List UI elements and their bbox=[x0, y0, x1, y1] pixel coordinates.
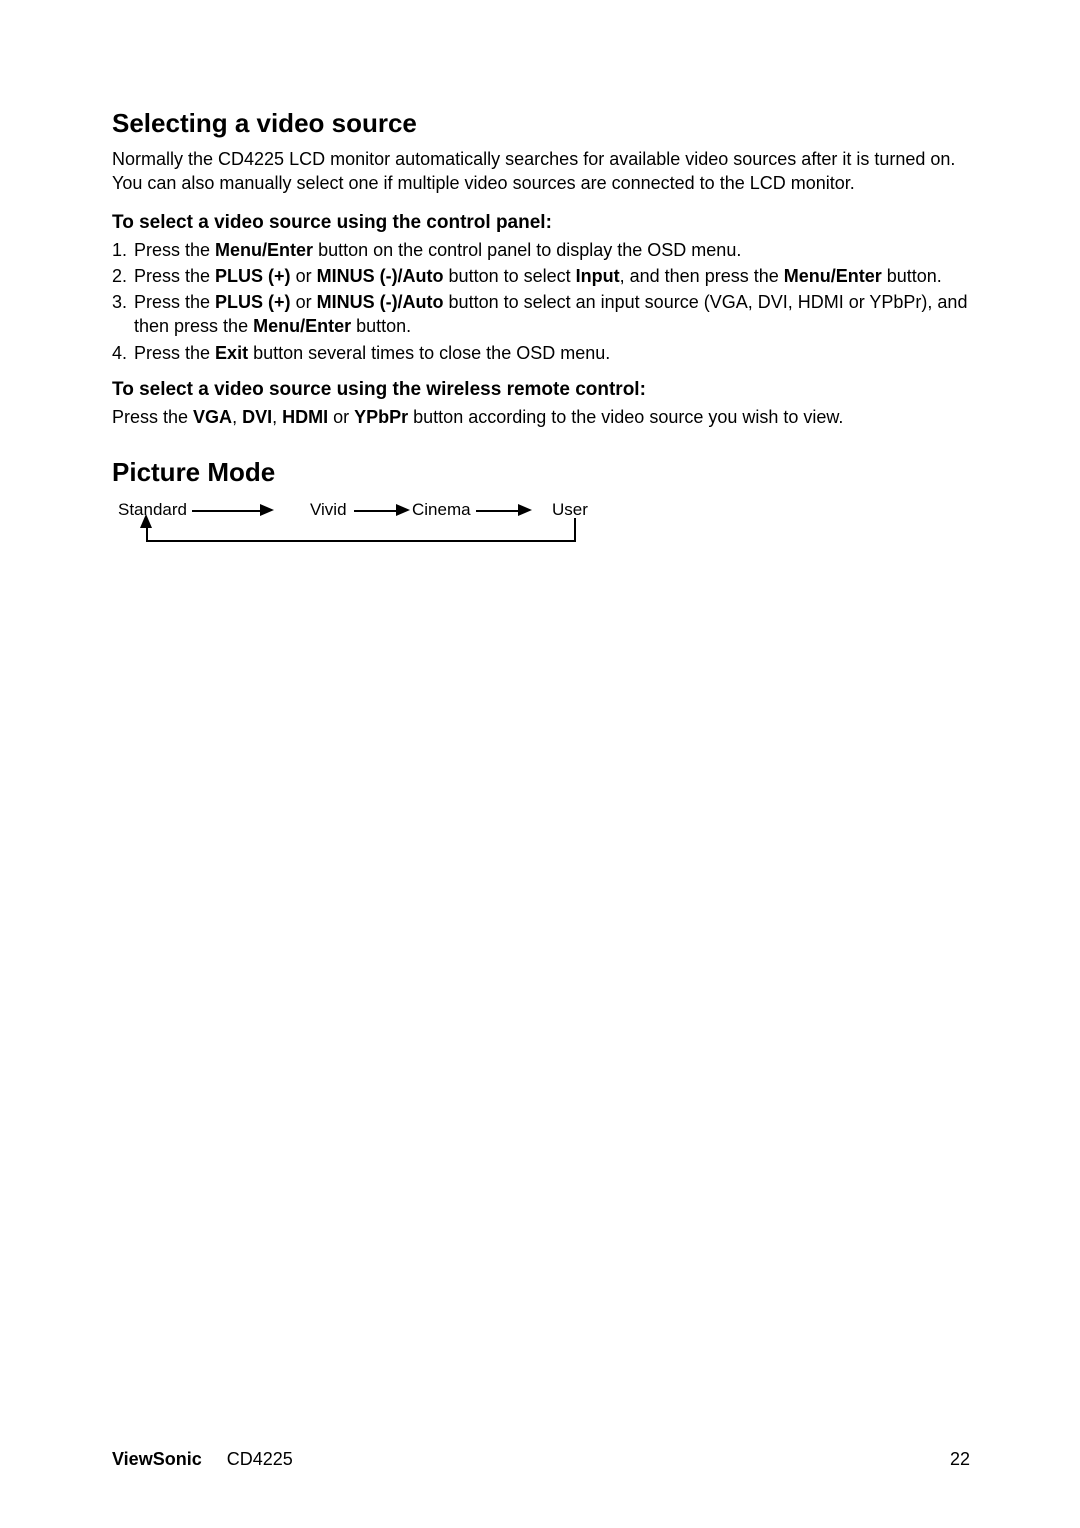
mode-user: User bbox=[552, 500, 588, 520]
step-1: Press the Menu/Enter button on the contr… bbox=[112, 238, 970, 262]
arrow-line-icon bbox=[192, 510, 260, 512]
subheading-control-panel: To select a video source using the contr… bbox=[112, 212, 970, 234]
arrow-right-icon bbox=[260, 504, 274, 516]
return-line-icon bbox=[574, 518, 576, 540]
arrow-right-icon bbox=[518, 504, 532, 516]
steps-control-panel: Press the Menu/Enter button on the contr… bbox=[112, 238, 970, 365]
remote-paragraph: Press the VGA, DVI, HDMI or YPbPr button… bbox=[112, 405, 970, 429]
footer-model: CD4225 bbox=[227, 1449, 293, 1469]
mode-cinema: Cinema bbox=[412, 500, 471, 520]
arrow-up-icon bbox=[140, 514, 152, 528]
step-4: Press the Exit button several times to c… bbox=[112, 341, 970, 365]
mode-vivid: Vivid bbox=[310, 500, 347, 520]
picture-mode-diagram: Standard Vivid Cinema User bbox=[112, 496, 592, 556]
page-number: 22 bbox=[950, 1449, 970, 1470]
arrow-right-icon bbox=[396, 504, 410, 516]
step-2: Press the PLUS (+) or MINUS (-)/Auto but… bbox=[112, 264, 970, 288]
heading-selecting-video-source: Selecting a video source bbox=[112, 108, 970, 139]
step-3: Press the PLUS (+) or MINUS (-)/Auto but… bbox=[112, 290, 970, 339]
subheading-remote-control: To select a video source using the wirel… bbox=[112, 379, 970, 401]
mode-standard: Standard bbox=[118, 500, 187, 520]
return-line-icon bbox=[146, 540, 576, 542]
intro-paragraph: Normally the CD4225 LCD monitor automati… bbox=[112, 147, 970, 196]
footer-left: ViewSonic CD4225 bbox=[112, 1449, 293, 1470]
heading-picture-mode: Picture Mode bbox=[112, 457, 970, 488]
arrow-line-icon bbox=[354, 510, 396, 512]
arrow-line-icon bbox=[476, 510, 518, 512]
footer-brand: ViewSonic bbox=[112, 1449, 202, 1469]
page-footer: ViewSonic CD4225 22 bbox=[112, 1449, 970, 1470]
